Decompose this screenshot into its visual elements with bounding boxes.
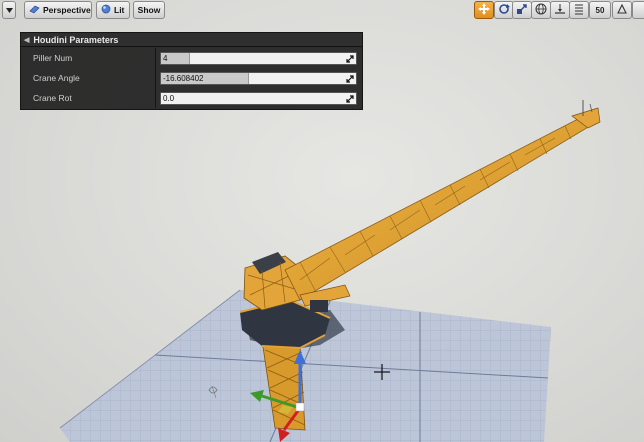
show-label: Show xyxy=(137,5,161,15)
show-button[interactable]: Show xyxy=(133,1,165,19)
crane-boom xyxy=(284,117,591,301)
param-label: Crane Angle xyxy=(33,73,80,83)
expand-arrows-icon[interactable] xyxy=(346,94,354,103)
view-mode-sphere-icon xyxy=(101,4,111,16)
param-label: Crane Rot xyxy=(33,93,72,103)
lit-label: Lit xyxy=(114,5,125,15)
rotate-tool-button[interactable] xyxy=(494,1,514,19)
param-label: Piller Num xyxy=(33,53,73,63)
lit-button[interactable]: Lit xyxy=(96,1,130,19)
surface-snap-button[interactable] xyxy=(550,1,570,19)
param-value: -16.608402 xyxy=(163,73,204,83)
translate-icon xyxy=(478,3,490,17)
row-separator xyxy=(155,88,156,108)
scale-tool-button[interactable] xyxy=(512,1,532,19)
param-row-crane-rot: Crane Rot 0.0 xyxy=(21,88,362,108)
world-local-button[interactable] xyxy=(531,1,551,19)
piller-num-slider[interactable]: 4 xyxy=(160,51,357,65)
perspective-view-icon xyxy=(29,5,40,16)
crane-angle-slider[interactable]: -16.608402 xyxy=(160,71,357,85)
translate-tool-button[interactable] xyxy=(474,1,494,19)
param-value: 0.0 xyxy=(163,93,175,103)
angle-snap-icon xyxy=(616,3,628,17)
camera-speed-button[interactable]: 50 xyxy=(589,1,611,19)
param-row-crane-angle: Crane Angle -16.608402 xyxy=(21,68,362,88)
camera-speed-value: 50 xyxy=(595,5,605,15)
angle-snap-button[interactable] xyxy=(612,1,632,19)
houdini-parameters-header[interactable]: ◀ Houdini Parameters xyxy=(21,33,362,47)
crane-rot-slider[interactable]: 0.0 xyxy=(160,91,357,105)
perspective-label: Perspective xyxy=(43,5,91,15)
toolbar-overflow[interactable] xyxy=(632,1,644,19)
collapse-triangle-icon[interactable]: ◀ xyxy=(24,36,29,44)
row-separator xyxy=(155,48,156,68)
row-separator xyxy=(155,68,156,88)
scale-icon xyxy=(516,3,528,17)
houdini-parameters-panel: ◀ Houdini Parameters Piller Num 4 Crane … xyxy=(20,32,363,110)
surface-snap-icon xyxy=(554,3,566,17)
level-viewport[interactable]: Perspective Lit Show 50 ◀ Houdini Parame… xyxy=(0,0,644,442)
grid-snap-icon xyxy=(573,3,585,17)
viewport-options-button[interactable] xyxy=(2,1,16,19)
chevron-down-icon xyxy=(5,5,13,15)
param-row-piller-num: Piller Num 4 xyxy=(21,48,362,68)
grid-snap-button[interactable] xyxy=(569,1,589,19)
perspective-button[interactable]: Perspective xyxy=(24,1,92,19)
expand-arrows-icon[interactable] xyxy=(346,74,354,83)
expand-arrows-icon[interactable] xyxy=(346,54,354,63)
panel-title: Houdini Parameters xyxy=(33,34,119,45)
rotate-icon xyxy=(498,3,510,17)
world-icon xyxy=(535,3,547,17)
param-value: 4 xyxy=(163,53,168,63)
